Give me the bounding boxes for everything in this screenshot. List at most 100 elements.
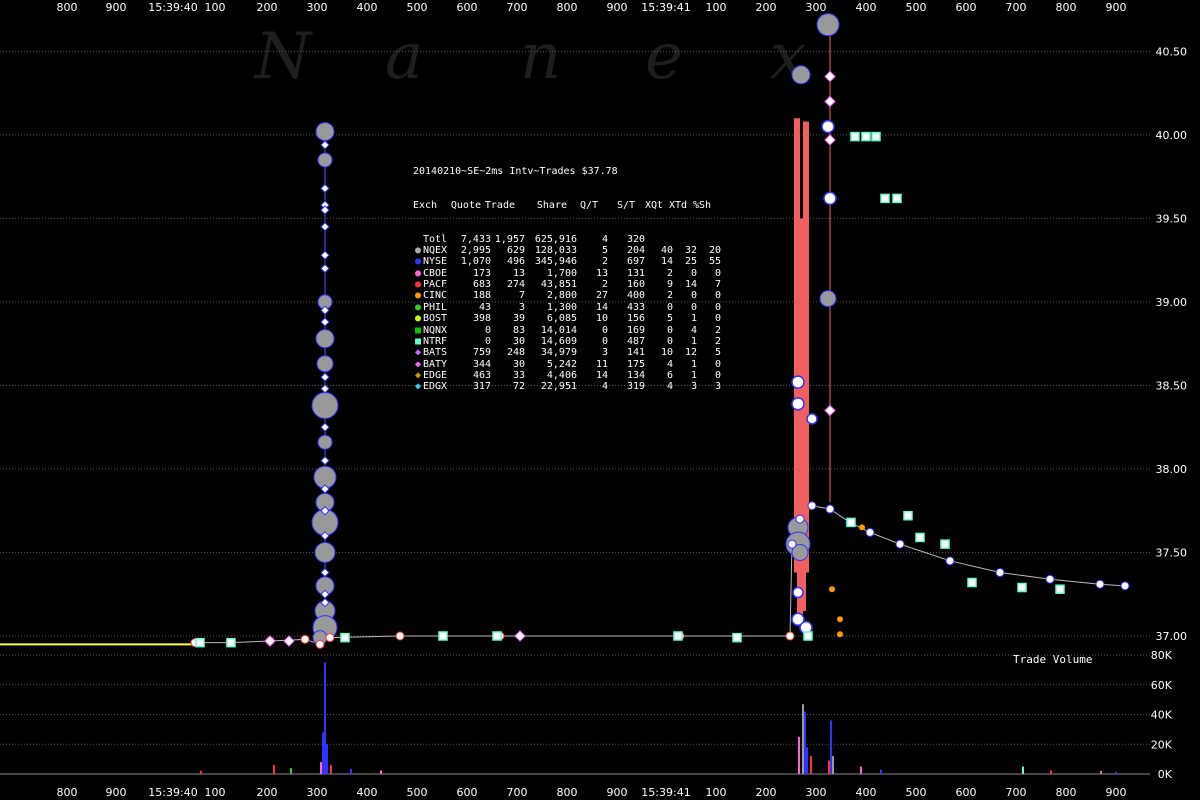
x-tick-label: 100 [706,1,727,14]
table-cell: 5 [666,313,673,325]
watermark-letter: n [520,20,561,94]
volume-bar [1050,770,1052,774]
volume-bar [350,768,352,774]
table-cell: 0 [690,267,697,279]
table-cell: 0 [484,335,491,347]
volume-bar [828,760,830,774]
quote-circle-point [792,586,804,599]
quote-diamond-point [320,372,330,382]
table-cell: 248 [506,347,525,359]
table-cell: 2 [666,267,673,279]
table-cell: 344 [472,358,491,370]
x-tick-label: 600 [457,1,478,14]
table-cell [697,234,721,245]
bats-diamond-point [824,134,836,146]
volume-bar [1115,771,1117,774]
table-cell: 188 [472,290,491,302]
exchange-symbol-icon: ◆ [414,358,422,370]
table-cell: 345,946 [534,256,577,268]
table-row: ◆ BATS 759 248 34,979 3 141 10 12 5 [413,347,721,358]
table-row: ● NQEX 2,995 629 128,033 5 204 40 32 20 [413,245,721,256]
table-cell: 13 [512,267,525,279]
table-cell: 4 [601,381,608,393]
table-header-row: Exch Quote Trade Share Q/T S/T XQt XTd %… [413,200,721,211]
volume-bar [324,662,326,774]
x-tick-label: 500 [407,786,428,799]
table-cell: 1,957 [494,233,525,245]
table-cell: 0 [714,369,721,381]
nqex-quote-point [314,541,336,563]
table-cell: 43 [478,301,491,313]
nqex-quote-point [315,329,335,349]
trade-point [785,631,795,641]
table-cell: 14 [684,279,697,291]
volume-bar [330,765,332,774]
volume-bar [806,747,808,774]
table-cell: 30 [512,358,525,370]
table-cell: 14,014 [540,324,577,336]
quote-diamond-point [320,205,330,215]
exchange-symbol-icon: ● [414,301,422,313]
quote-circle-point [791,375,805,389]
quote-diamond-point [320,455,330,466]
ntrf-square-point [340,632,350,643]
table-cell: 6 [666,369,673,381]
table-cell: 0 [714,313,721,325]
bats-diamond-point [283,635,295,647]
table-header: Trade [484,199,515,211]
bats-diamond-point [824,95,836,108]
nanex-watermark: Nanex [253,20,806,94]
volume-axis-label: Trade Volume [1013,653,1092,666]
exchange-symbol-icon: ● [414,290,422,302]
volume-tick-label: 80K [1151,649,1173,662]
table-cell: 4,406 [546,369,577,381]
x-tick-label: 15:39:41 [641,786,690,799]
quote-circle-point [821,119,835,134]
x-tick-label: 500 [407,1,428,14]
table-cell: 319 [626,381,645,393]
watermark-letter: N [253,20,313,94]
table-cell: 7,433 [460,233,491,245]
x-tick-label: 800 [57,1,78,14]
table-cell: 30 [512,335,525,347]
volume-bar [320,762,322,774]
table-cell: 9 [666,279,673,291]
table-cell: 0 [601,324,608,336]
table-cell: 3 [714,381,721,393]
quote-diamond-point [320,222,330,232]
ntrf-square-point [732,632,742,643]
table-cell: 175 [626,358,645,370]
table-cell: 83 [512,324,525,336]
table-cell: NTRF [423,335,448,347]
table-cell: 5 [601,245,608,257]
quote-diamond-point [320,384,330,394]
table-cell: 1 [690,335,697,347]
x-tick-label: 15:39:41 [641,1,690,14]
volume-tick-label: 20K [1151,738,1173,751]
table-cell: 4 [690,324,697,336]
table-cell: 629 [506,245,525,257]
quote-diamond-point [320,250,330,260]
volume-bar [1100,771,1102,774]
quote-diamond-point [320,263,330,274]
volume-bar [200,771,202,774]
table-cell: 2,800 [546,290,577,302]
nqex-quote-point [317,434,333,450]
x-tick-label: 500 [906,1,927,14]
nqex-quote-point [311,391,339,419]
x-tick-label: 700 [507,1,528,14]
x-tick-label: 15:39:40 [148,786,197,799]
table-cell: 697 [626,256,645,268]
table-cell: 7 [714,279,721,291]
table-cell: 320 [626,233,645,245]
table-cell: 2 [666,290,673,302]
table-cell: 160 [626,279,645,291]
volume-bar [880,769,882,774]
table-row: ◆ EDGE 463 33 4,406 14 134 6 1 0 [413,370,721,381]
price-tick-label: 37.00 [1156,630,1188,643]
table-cell: 4 [601,233,608,245]
table-cell: 4 [666,358,673,370]
price-tick-label: 38.50 [1156,379,1188,392]
ntrf-square-point [915,532,925,543]
table-cell: 3 [690,381,697,393]
